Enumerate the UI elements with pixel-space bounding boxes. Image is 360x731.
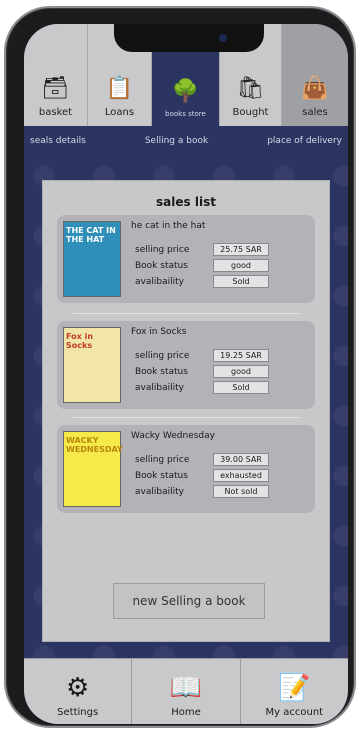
status-value: good [213, 259, 269, 272]
price-value: 39.00 SAR [213, 453, 269, 466]
sale-bag-icon: 👜 [301, 76, 329, 101]
nav-settings[interactable]: ⚙ Settings [24, 659, 133, 724]
availability-row: avalibaility Sold [135, 381, 315, 395]
status-row: Book status good [135, 259, 315, 273]
nav-label: My account [265, 707, 324, 718]
price-row: selling price 19.25 SAR [135, 349, 315, 363]
phone-frame: 🗃 basket 📋 Loans 🌳 books store 🛍 Bought … [4, 6, 356, 728]
nav-label: Settings [57, 707, 99, 718]
basket-icon: 🗃 [41, 76, 70, 101]
price-row: selling price 25.75 SAR [135, 243, 315, 257]
divider [73, 417, 299, 418]
subnav-selling-a-book[interactable]: Selling a book [145, 136, 208, 146]
sub-navigation: seals details Selling a book place of de… [24, 126, 348, 156]
subnav-seals-details[interactable]: seals details [30, 136, 86, 146]
status-row: Book status good [135, 365, 315, 379]
tab-basket[interactable]: 🗃 basket [24, 24, 88, 126]
open-book-icon: 📖 [169, 673, 203, 703]
loan-document-icon: 📋 [105, 76, 134, 101]
price-value: 25.75 SAR [213, 243, 269, 256]
app-screen: 🗃 basket 📋 Loans 🌳 books store 🛍 Bought … [24, 24, 348, 724]
book-cover-image: WACKY WEDNESDAY [63, 431, 123, 507]
new-selling-book-button[interactable]: new Selling a book [113, 583, 265, 619]
tab-label: Loans [104, 107, 135, 118]
subnav-place-of-delivery[interactable]: place of delivery [267, 136, 342, 146]
book-title: he cat in the hat [131, 221, 206, 231]
profile-document-icon: 📝 [278, 673, 311, 703]
tab-label: books store [165, 110, 206, 118]
camera-dot [219, 34, 227, 42]
panel-title: sales list [156, 195, 216, 209]
sale-card[interactable]: Fox in Socks Fox in Socks selling price … [57, 321, 315, 409]
gears-icon: ⚙ [66, 673, 90, 703]
sale-card[interactable]: WACKY WEDNESDAY Wacky Wednesday selling … [57, 425, 315, 513]
price-value: 19.25 SAR [213, 349, 269, 362]
divider [73, 313, 299, 314]
status-row: Book status exhausted [135, 469, 315, 483]
availability-row: avalibaility Not sold [135, 485, 315, 499]
book-tree-icon: 🌳 [171, 79, 200, 104]
sales-list-panel: sales list THE CAT IN THE HAT he cat in … [42, 180, 330, 642]
bottom-nav: ⚙ Settings 📖 Home 📝 My account [24, 658, 348, 724]
availability-value: Sold [213, 381, 269, 394]
tab-label: sales [302, 107, 328, 118]
tab-sales[interactable]: 👜 sales [282, 24, 348, 126]
nav-my-account[interactable]: 📝 My account [241, 659, 348, 724]
availability-value: Not sold [213, 485, 269, 498]
availability-row: avalibaility Sold [135, 275, 315, 289]
nav-label: Home [171, 707, 201, 718]
status-value: exhausted [213, 469, 269, 482]
book-cover-image: THE CAT IN THE HAT [63, 221, 121, 297]
phone-notch [114, 24, 264, 52]
sale-card[interactable]: THE CAT IN THE HAT he cat in the hat sel… [57, 215, 315, 303]
book-title: Fox in Socks [131, 327, 187, 337]
book-cover-image: Fox in Socks [63, 327, 121, 403]
buy-bag-icon: 🛍 [236, 76, 265, 101]
availability-value: Sold [213, 275, 269, 288]
status-value: good [213, 365, 269, 378]
tab-label: Bought [232, 107, 269, 118]
nav-home[interactable]: 📖 Home [132, 659, 241, 724]
book-title: Wacky Wednesday [131, 431, 215, 441]
price-row: selling price 39.00 SAR [135, 453, 315, 467]
tab-label: basket [38, 107, 73, 118]
